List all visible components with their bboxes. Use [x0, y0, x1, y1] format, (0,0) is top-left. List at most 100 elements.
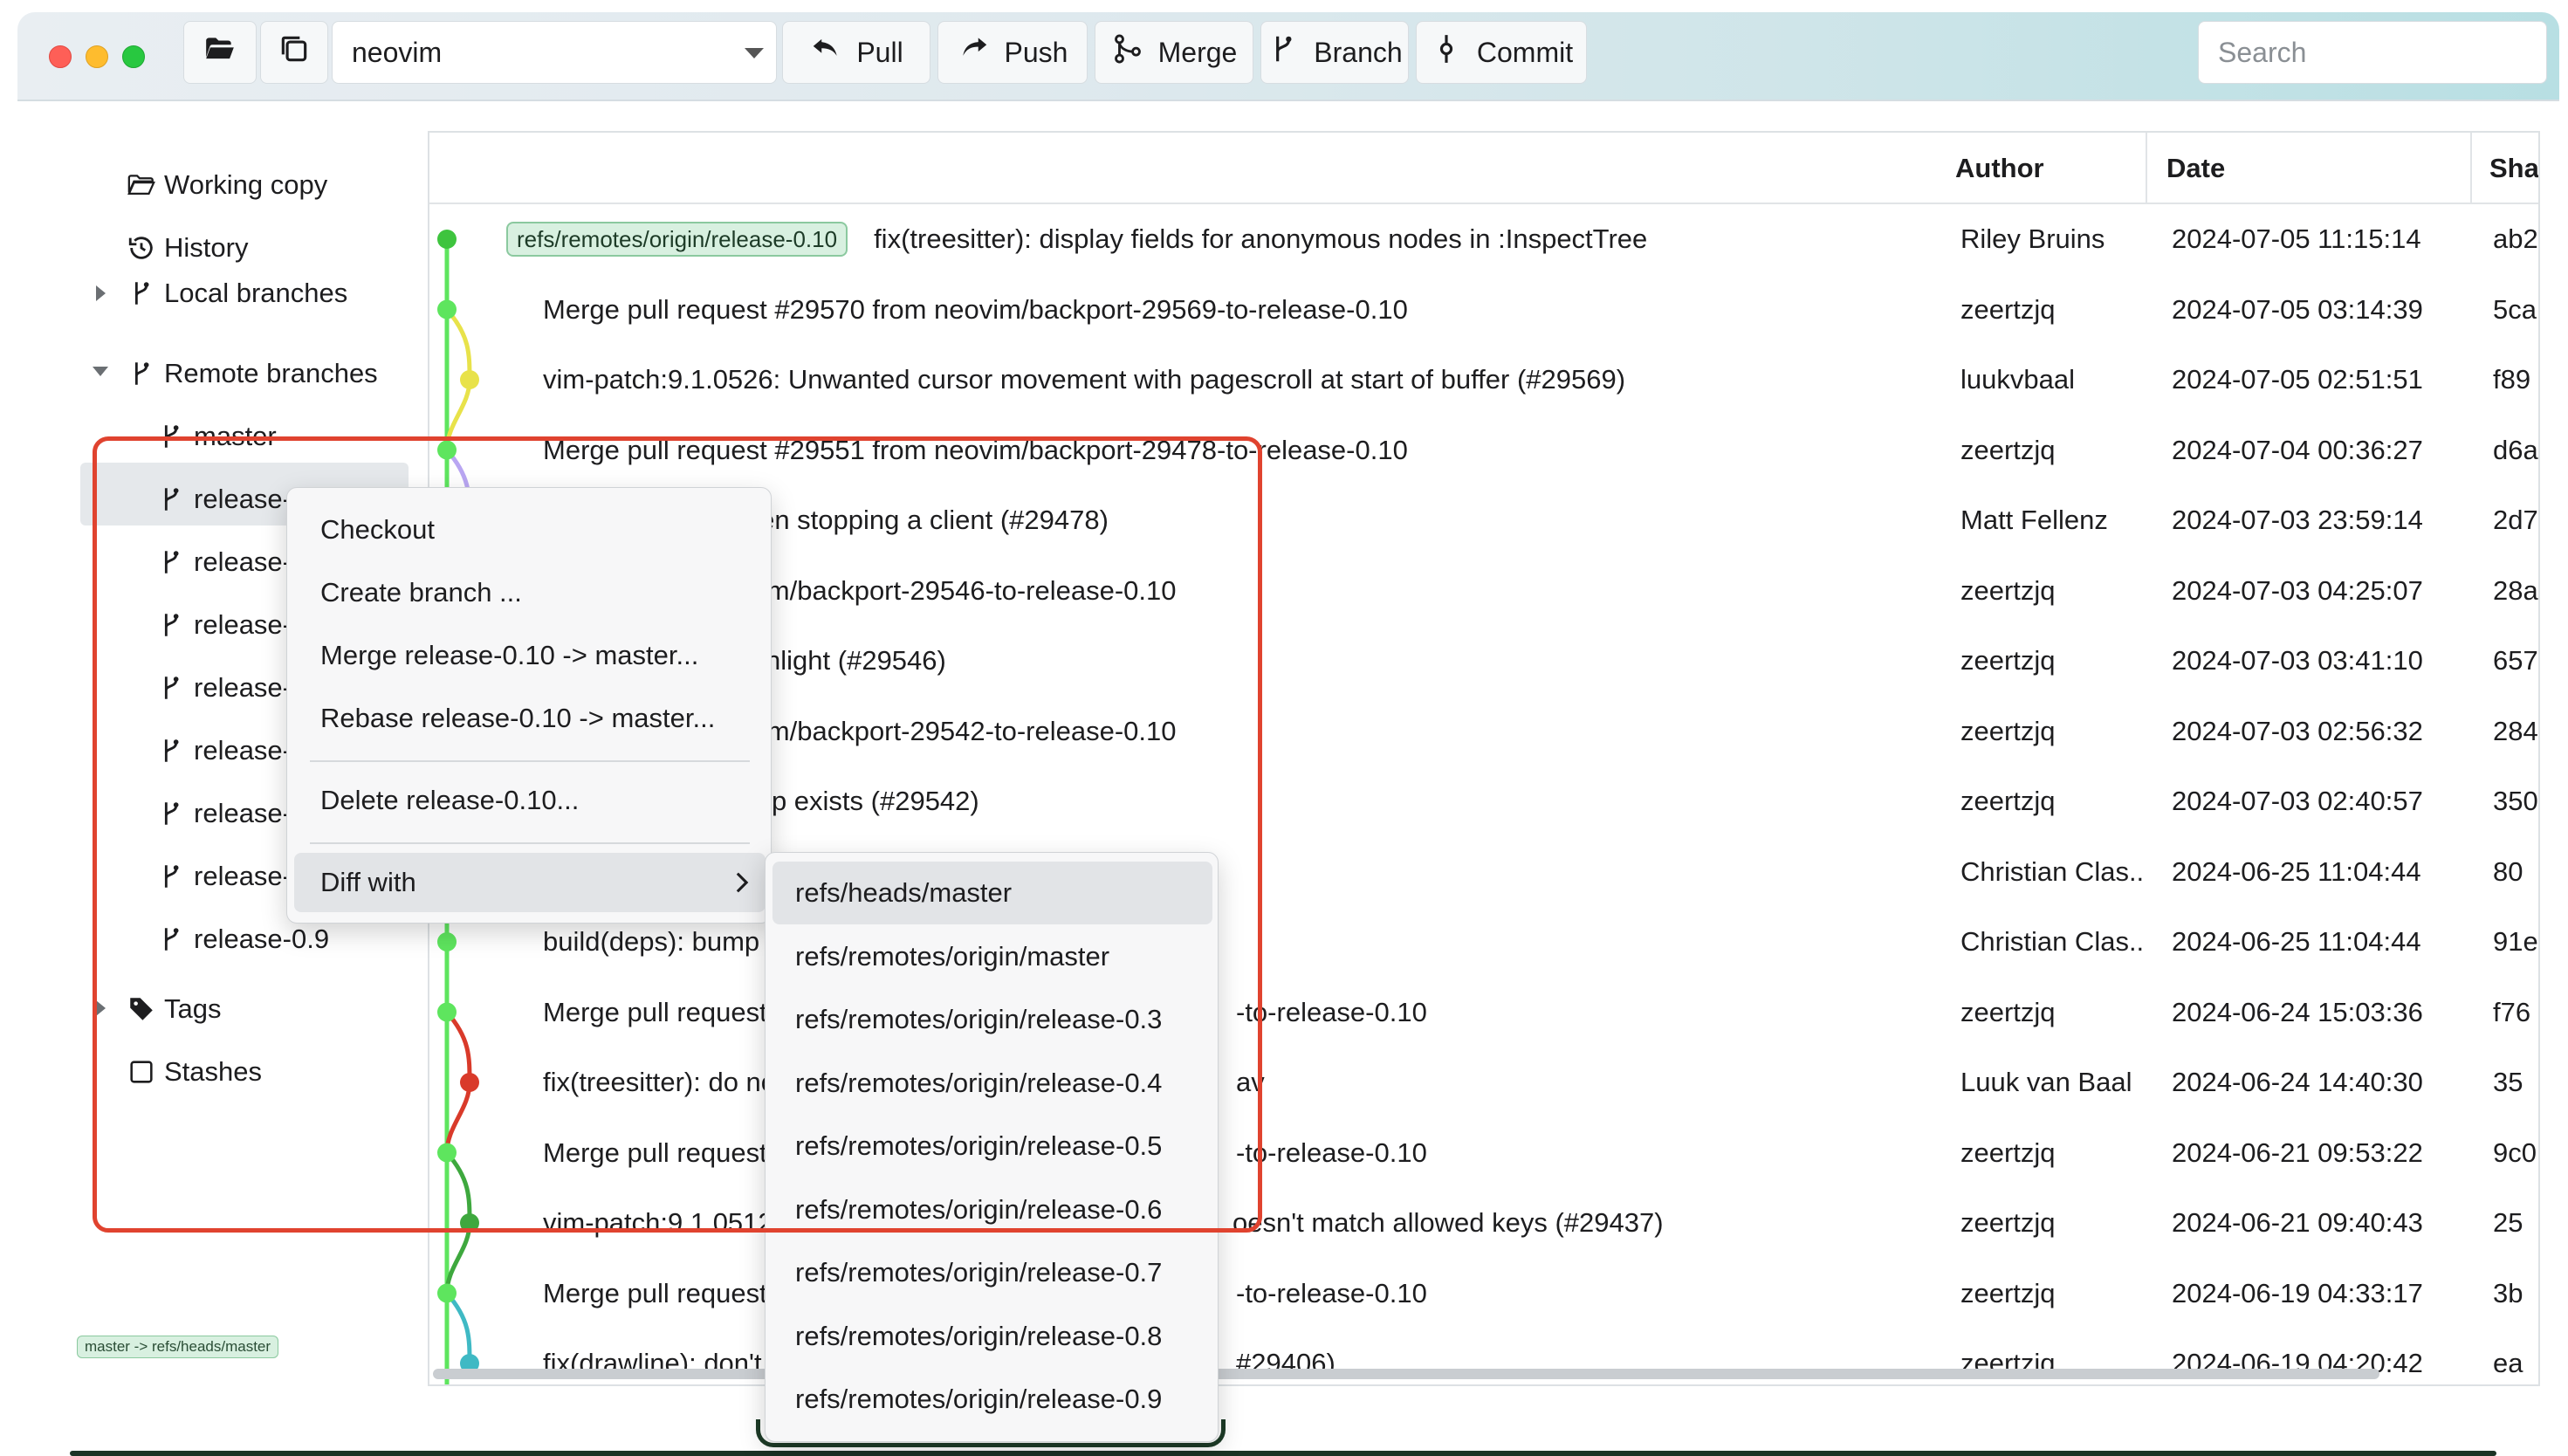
commit-author: Christian Clas... — [1960, 855, 2144, 887]
commit-date: 2024-06-21 09:53:22 — [2172, 1137, 2423, 1168]
author-column-header[interactable]: Author — [1955, 133, 2044, 204]
commit-row[interactable]: Merge pull request -to-release-0.10 zeertz… — [429, 978, 2538, 1047]
menu-item-merge[interactable]: Merge release-0.10 -> master... — [294, 626, 766, 685]
diff-with-submenu: refs/heads/master refs/remotes/origin/mas… — [765, 852, 1219, 1442]
toolbar: neovim Pull Push Merge Branch Commit Sea… — [17, 12, 2559, 101]
commit-sha: 2d7 — [2493, 505, 2538, 535]
sidebar-item-working-copy[interactable]: Working copy — [124, 157, 327, 213]
repository-select[interactable]: neovim — [332, 21, 777, 84]
menu-item-create-branch[interactable]: Create branch ... — [294, 563, 766, 622]
submenu-item-ref[interactable]: refs/remotes/origin/release-0.4 — [772, 1052, 1212, 1115]
zoom-window-button[interactable] — [122, 45, 145, 68]
commit-row[interactable]: vim-patch:9.1.0512 oesn't match allowed k… — [429, 1188, 2538, 1258]
branch-context-menu: Checkout Create branch ... Merge release… — [286, 487, 772, 924]
branch-button[interactable]: Branch — [1260, 21, 1409, 84]
merge-label: Merge — [1157, 36, 1238, 68]
menu-item-delete[interactable]: Delete release-0.10... — [294, 771, 766, 830]
ref-badge[interactable]: refs/remotes/origin/release-0.10 — [506, 222, 848, 257]
merge-icon — [1111, 32, 1144, 72]
submenu-item-ref[interactable]: refs/remotes/origin/release-0.5 — [772, 1115, 1212, 1178]
commit-message: fix(treesitter): display fields for anon… — [874, 223, 1648, 254]
menu-item-diff-with[interactable]: Diff with — [294, 853, 766, 912]
commit-sha: 284 — [2493, 715, 2538, 746]
commit-message: Merge pull request #29551 from neovim/ba… — [543, 434, 1408, 465]
pull-arrow-icon — [809, 32, 842, 72]
sidebar-label: master — [194, 421, 277, 451]
commit-row[interactable]: refs/remotes/origin/release-0.10 fix(tree… — [429, 204, 2538, 274]
commit-sha: 350 — [2493, 786, 2538, 816]
submenu-item-ref[interactable]: refs/remotes/origin/release-0.9 — [772, 1368, 1212, 1431]
chevron-down-icon[interactable] — [93, 367, 108, 376]
submenu-item-ref[interactable]: refs/remotes/origin/release-0.6 — [772, 1178, 1212, 1241]
commit-button[interactable]: Commit — [1416, 21, 1587, 84]
commit-row[interactable]: Merge pull request #29570 from neovim/ba… — [429, 275, 2538, 345]
commit-sha: 3b — [2493, 1277, 2523, 1308]
branch-icon — [154, 670, 189, 705]
sidebar-item-remote-branch[interactable]: master — [154, 409, 277, 464]
push-label: Push — [1004, 36, 1068, 68]
bottom-edge — [70, 1451, 2496, 1456]
commit-date: 2024-06-21 09:40:43 — [2172, 1207, 2423, 1238]
horizontal-scrollbar[interactable] — [433, 1369, 2379, 1379]
submenu-item-ref[interactable]: refs/remotes/origin/release-0.7 — [772, 1241, 1212, 1304]
minimize-window-button[interactable] — [86, 45, 108, 68]
commit-row[interactable]: fix(treesitter): do no av Luuk van Baal 202… — [429, 1047, 2538, 1117]
date-column-header[interactable]: Date — [2166, 133, 2225, 204]
commit-row[interactable]: Merge pull request #29551 from neovim/ba… — [429, 416, 2538, 485]
branch-icon — [124, 356, 159, 391]
sidebar-item-stashes[interactable]: Stashes — [124, 1044, 262, 1100]
commit-row[interactable]: vim-patch:9.1.0526: Unwanted cursor move… — [429, 345, 2538, 415]
commit-author: zeertzjq — [1960, 786, 2056, 816]
commit-date: 2024-07-03 02:40:57 — [2172, 786, 2423, 816]
commit-date: 2024-07-03 03:41:10 — [2172, 645, 2423, 676]
commit-sha: f76 — [2493, 996, 2531, 1027]
commit-date: 2024-07-05 03:14:39 — [2172, 293, 2423, 325]
menu-item-checkout[interactable]: Checkout — [294, 500, 766, 560]
tags-icon — [124, 992, 159, 1027]
commit-sha: d6a — [2493, 434, 2538, 465]
submenu-item-ref[interactable]: refs/remotes/origin/release-0.3 — [772, 988, 1212, 1051]
commit-author: zeertzjq — [1960, 1207, 2056, 1238]
submenu-item-ref[interactable]: refs/remotes/origin/master — [772, 925, 1212, 988]
chevron-right-icon[interactable] — [96, 1000, 106, 1016]
commit-author: zeertzjq — [1960, 996, 2056, 1027]
search-input[interactable] — [2198, 21, 2547, 84]
commit-author: Luuk van Baal — [1960, 1067, 2132, 1097]
new-window-button[interactable] — [260, 21, 328, 84]
menu-separator — [310, 760, 750, 762]
commit-sha: f89 — [2493, 364, 2531, 395]
commit-date: 2024-06-19 04:33:17 — [2172, 1277, 2423, 1308]
commit-row[interactable]: Merge pull request -to-release-0.10 zeertz… — [429, 1118, 2538, 1188]
commit-message: build(deps): bump tre — [543, 926, 799, 957]
submenu-item-ref[interactable]: refs/heads/master — [772, 862, 1212, 924]
sidebar-label: Local branches — [164, 278, 348, 308]
commit-message: Merge pull request #29570 from neovim/ba… — [543, 293, 1408, 325]
commit-sha: 35 — [2493, 1067, 2523, 1097]
commit-author: zeertzjq — [1960, 1277, 2056, 1308]
commit-row[interactable]: Merge pull request -to-release-0.10 zeertz… — [429, 1259, 2538, 1329]
repository-name: neovim — [352, 36, 443, 68]
sidebar-item-remote-branches[interactable]: Remote branches — [124, 346, 378, 402]
pull-button[interactable]: Pull — [782, 21, 930, 84]
commit-date: 2024-06-24 14:40:30 — [2172, 1067, 2423, 1097]
sha-column-header[interactable]: Sha — [2489, 133, 2538, 204]
open-folder-button[interactable] — [183, 21, 257, 84]
commit-author: zeertzjq — [1960, 1137, 2056, 1168]
column-divider[interactable] — [2470, 133, 2472, 204]
merge-button[interactable]: Merge — [1095, 21, 1253, 84]
sidebar-item-tags[interactable]: Tags — [124, 981, 221, 1037]
sidebar-item-local-branches[interactable]: Local branches — [124, 265, 347, 321]
commit-author: zeertzjq — [1960, 293, 2056, 325]
chevron-right-icon[interactable] — [96, 285, 106, 301]
commit-author: luukvbaal — [1960, 364, 2075, 395]
menu-item-rebase[interactable]: Rebase release-0.10 -> master... — [294, 689, 766, 748]
push-button[interactable]: Push — [937, 21, 1088, 84]
commit-date: 2024-07-03 04:25:07 — [2172, 574, 2423, 606]
folder-open-icon — [203, 32, 237, 72]
commit-message: Merge pull request — [543, 1137, 767, 1168]
close-window-button[interactable] — [49, 45, 72, 68]
commit-sha: 657 — [2493, 645, 2538, 676]
commit-message-tail: av — [1236, 1067, 1265, 1097]
submenu-item-ref[interactable]: refs/remotes/origin/release-0.8 — [772, 1305, 1212, 1368]
column-divider[interactable] — [2146, 133, 2147, 204]
